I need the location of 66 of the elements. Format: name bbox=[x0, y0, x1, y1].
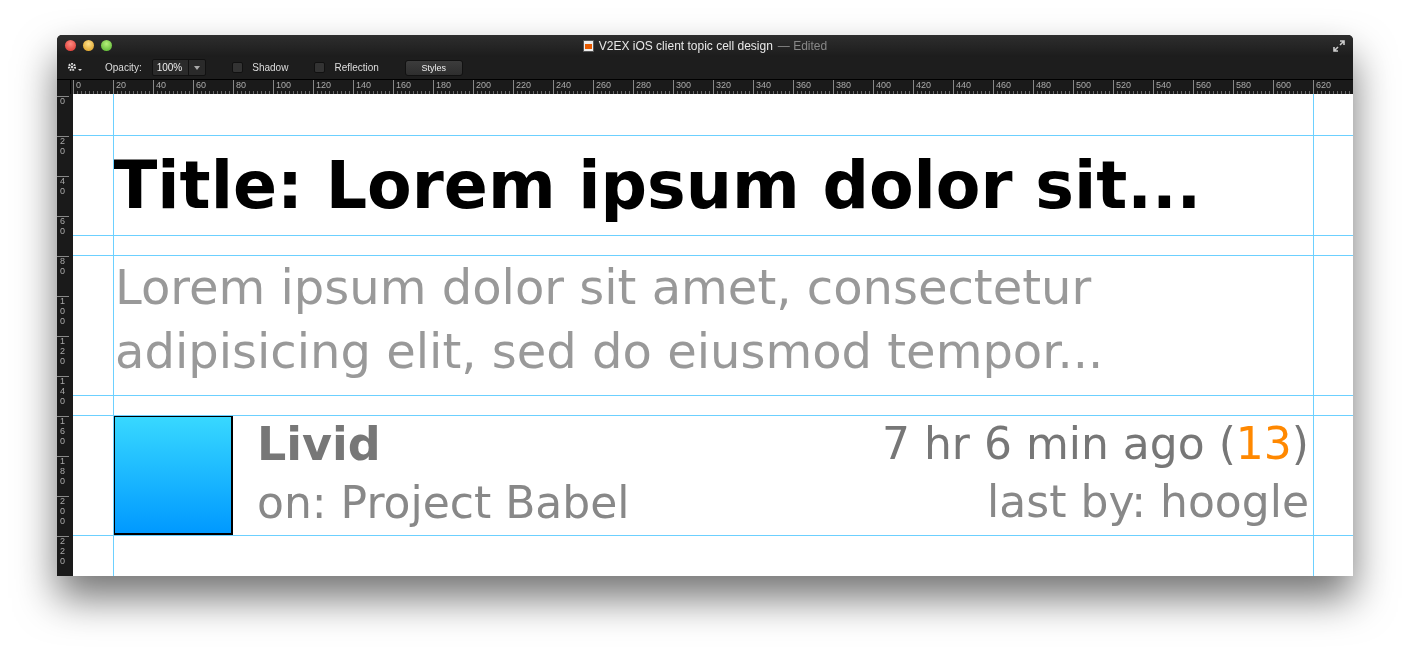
ruler-label: 0 bbox=[57, 96, 69, 136]
ruler-label: 360 bbox=[793, 80, 833, 94]
ruler-label: 560 bbox=[1193, 80, 1233, 94]
ruler-label: 140 bbox=[353, 80, 393, 94]
ruler-label: 120 bbox=[313, 80, 353, 94]
checkbox[interactable] bbox=[314, 62, 326, 74]
ruler-label: 160 bbox=[393, 80, 433, 94]
ruler-label: 300 bbox=[673, 80, 713, 94]
ruler-label: 140 bbox=[57, 376, 69, 416]
ruler-label: 60 bbox=[193, 80, 233, 94]
ruler-label: 500 bbox=[1073, 80, 1113, 94]
ruler-label: 180 bbox=[433, 80, 473, 94]
ruler-label: 460 bbox=[993, 80, 1033, 94]
ruler-label: 100 bbox=[57, 296, 69, 336]
checkbox-label: Reflection bbox=[334, 62, 379, 74]
gear-icon[interactable] bbox=[67, 62, 83, 74]
topic-title: Title: Lorem ipsum dolor sit... bbox=[113, 146, 1203, 225]
time-ago: 7 hr 6 min ago (13) bbox=[881, 417, 1309, 471]
ruler-label: 20 bbox=[57, 136, 69, 176]
ruler-label: 160 bbox=[57, 416, 69, 456]
caret-icon bbox=[194, 65, 201, 70]
ruler-label: 280 bbox=[633, 80, 673, 94]
author-name: Livid bbox=[257, 416, 382, 473]
ruler-label: 320 bbox=[713, 80, 753, 94]
ruler-label: 260 bbox=[593, 80, 633, 94]
ruler-label: 420 bbox=[913, 80, 953, 94]
fullscreen-icon[interactable] bbox=[1333, 39, 1345, 52]
checkbox[interactable] bbox=[232, 62, 244, 74]
zoom-button[interactable] bbox=[101, 40, 112, 52]
ruler-label: 540 bbox=[1153, 80, 1193, 94]
ruler-label: 520 bbox=[1113, 80, 1153, 94]
ruler-label: 200 bbox=[57, 496, 69, 536]
topic-summary: Lorem ipsum dolor sit amet, consectetur adipisicing elit, sed do eiusmod tempor... bbox=[114, 258, 1105, 381]
styles-button[interactable]: Styles bbox=[404, 59, 463, 76]
ruler-label: 60 bbox=[57, 216, 69, 256]
document-icon bbox=[582, 40, 594, 52]
edited-status: — Edited bbox=[777, 39, 828, 53]
checkbox-label: Shadow bbox=[252, 62, 289, 74]
ruler-label: 600 bbox=[1273, 80, 1313, 94]
ruler-label: 120 bbox=[57, 336, 69, 376]
ruler-label: 40 bbox=[153, 80, 193, 94]
ruler-label: 440 bbox=[953, 80, 993, 94]
window-title: V2EX iOS client topic cell design bbox=[598, 39, 773, 53]
opacity-field[interactable]: 100% bbox=[151, 59, 207, 77]
ruler-label: 0 bbox=[73, 80, 113, 94]
ruler-label: 380 bbox=[833, 80, 873, 94]
ruler-label: 620 bbox=[1313, 80, 1353, 94]
ruler-label: 480 bbox=[1033, 80, 1073, 94]
ruler-label: 100 bbox=[273, 80, 313, 94]
ruler-label: 240 bbox=[553, 80, 593, 94]
ruler-label: 180 bbox=[57, 456, 69, 496]
ruler-label: 80 bbox=[233, 80, 273, 94]
ruler-label: 20 bbox=[113, 80, 153, 94]
ruler-label: 400 bbox=[873, 80, 913, 94]
close-button[interactable] bbox=[65, 40, 76, 52]
opacity-label: Opacity: bbox=[105, 62, 142, 74]
last-reply: last by: hoogle bbox=[987, 475, 1309, 529]
ruler-label: 80 bbox=[57, 256, 69, 296]
minimize-button[interactable] bbox=[83, 40, 94, 52]
ruler-label: 40 bbox=[57, 176, 69, 216]
ruler-label: 220 bbox=[513, 80, 553, 94]
ruler-label: 580 bbox=[1233, 80, 1273, 94]
ruler-label: 200 bbox=[473, 80, 513, 94]
ruler-label: 340 bbox=[753, 80, 793, 94]
ruler-label: 220 bbox=[57, 536, 69, 576]
node-name: on: Project Babel bbox=[257, 476, 630, 530]
